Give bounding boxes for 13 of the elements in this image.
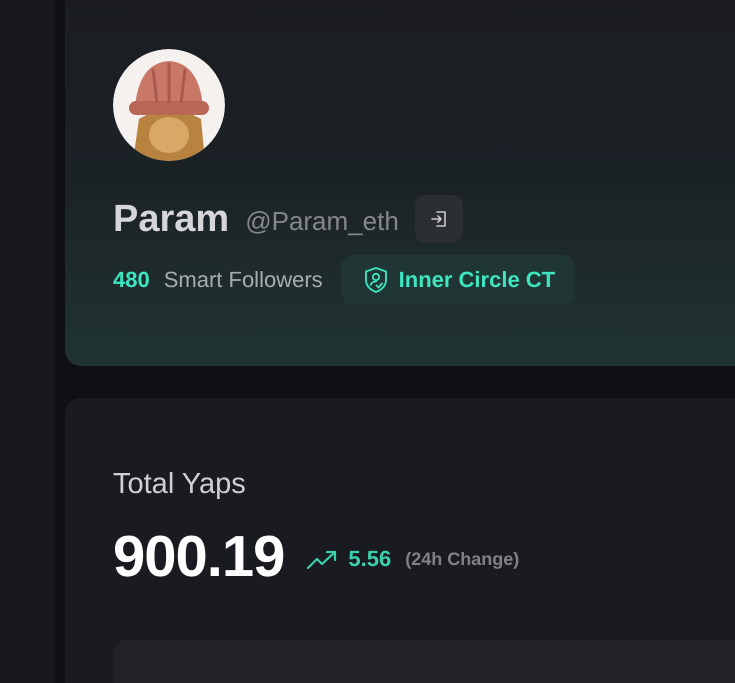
change-label: (24h Change) [405,548,520,570]
trend-up-icon [306,550,338,570]
shield-user-icon [362,266,389,294]
smart-followers-count: 480 [113,267,150,293]
tier-badge: Inner Circle CT [340,255,576,305]
change-value: 5.56 [348,546,392,572]
login-button[interactable] [414,195,463,243]
login-icon [430,210,448,228]
total-yaps-value: 900.19 [113,523,284,590]
profile-name: Param [113,198,230,240]
profile-handle: @Param_eth [245,206,399,236]
smart-followers-label: Smart Followers [164,267,323,293]
total-yaps-title: Total Yaps [113,468,246,501]
